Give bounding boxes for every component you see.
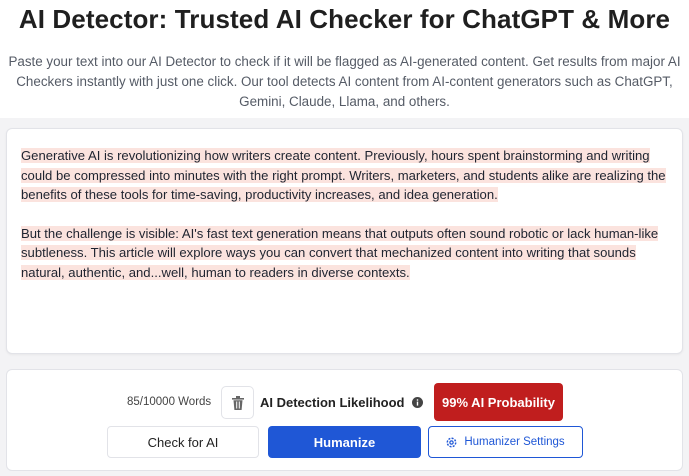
ai-highlight: But the challenge is visible: AI's fast …: [21, 225, 659, 280]
text-editor[interactable]: Generative AI is revolutionizing how wri…: [6, 128, 683, 354]
ai-highlight: Generative AI is revolutionizing how wri…: [21, 148, 666, 202]
hero-header: AI Detector: Trusted AI Checker for Chat…: [0, 0, 689, 118]
editor-content[interactable]: Generative AI is revolutionizing how wri…: [21, 146, 671, 282]
check-for-ai-button[interactable]: Check for AI: [107, 426, 259, 458]
likelihood-label: AI Detection Likelihood: [260, 395, 405, 410]
info-icon[interactable]: [412, 397, 423, 408]
clear-text-button[interactable]: [221, 386, 254, 419]
control-panel: 85/10000 Words AI Detection Likelihood 9…: [6, 369, 683, 471]
settings-label: Humanizer Settings: [464, 436, 565, 448]
page-subtitle: Paste your text into our AI Detector to …: [8, 54, 681, 109]
page-title: AI Detector: Trusted AI Checker for Chat…: [18, 4, 671, 34]
editor-paragraph-2: But the challenge is visible: AI's fast …: [21, 224, 671, 283]
word-count: 85/10000 Words: [127, 396, 212, 408]
editor-paragraph-1: Generative AI is revolutionizing how wri…: [21, 146, 671, 205]
gear-icon: [446, 437, 457, 447]
humanize-button[interactable]: Humanize: [268, 426, 421, 458]
ai-probability-badge: 99% AI Probability: [434, 383, 563, 421]
humanizer-settings-button[interactable]: Humanizer Settings: [428, 426, 583, 458]
trash-icon: [231, 395, 244, 410]
